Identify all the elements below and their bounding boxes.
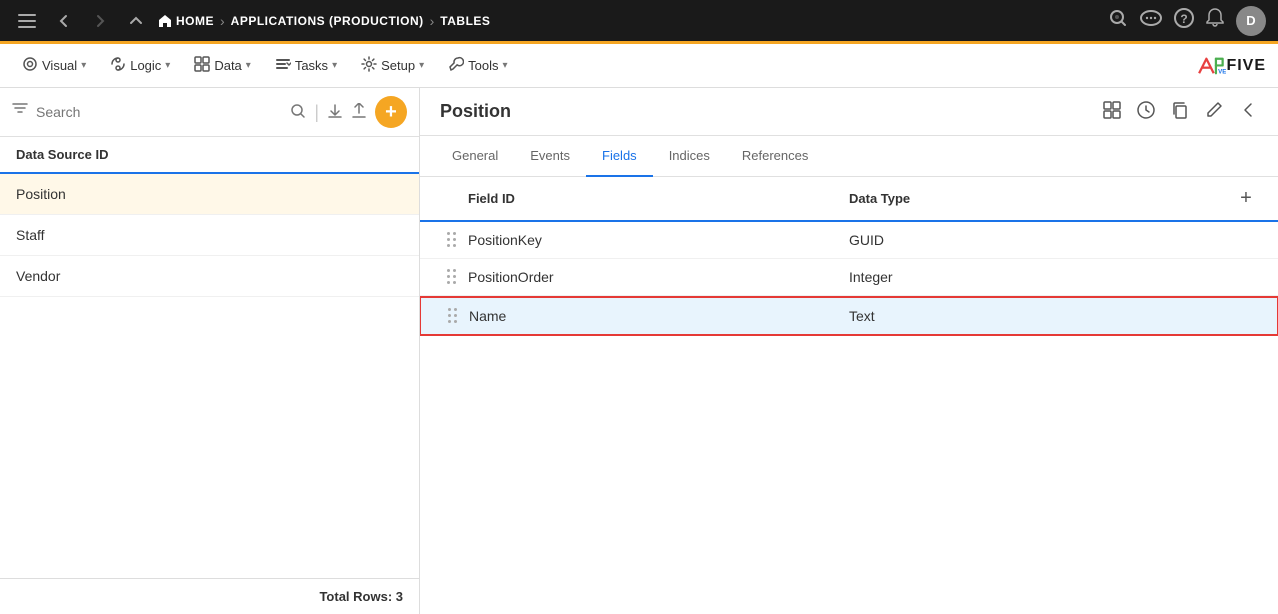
forward-button[interactable] (86, 9, 114, 33)
search-input[interactable] (36, 104, 282, 120)
svg-text:?: ? (1180, 12, 1187, 26)
sidebar-footer: Total Rows: 3 (0, 578, 419, 614)
tab-references[interactable]: References (726, 136, 824, 177)
filter-icon (12, 103, 28, 122)
breadcrumb-home[interactable]: HOME (158, 14, 214, 28)
sidebar: | + Data Source ID (0, 88, 420, 614)
sidebar-column-header: Data Source ID (0, 137, 419, 174)
data-type-cell: Integer (849, 269, 1230, 285)
tab-events[interactable]: Events (514, 136, 586, 177)
hamburger-button[interactable] (12, 10, 42, 32)
tasks-icon (275, 56, 291, 75)
divider: | (314, 102, 319, 123)
breadcrumb-tables[interactable]: TABLES (440, 14, 490, 28)
logic-icon (110, 56, 126, 75)
sidebar-list: Position Staff Vendor (0, 174, 419, 578)
sidebar-item-staff[interactable]: Staff (0, 215, 419, 256)
col-field-id: Field ID (468, 191, 849, 206)
table-container: Field ID Data Type + PositionKey GUID (420, 177, 1278, 614)
content-header: Position (420, 88, 1278, 136)
back-button[interactable] (50, 9, 78, 33)
tab-general[interactable]: General (436, 136, 514, 177)
search-icon[interactable] (1108, 8, 1128, 33)
drag-handle[interactable] (436, 232, 468, 248)
back-icon[interactable] (1238, 100, 1258, 123)
breadcrumb-sep-1: › (220, 13, 225, 29)
tools-chevron: ▾ (502, 60, 507, 71)
tab-indices[interactable]: Indices (653, 136, 726, 177)
visual-icon (22, 56, 38, 75)
tabs-bar: General Events Fields Indices References (420, 136, 1278, 177)
svg-text:VE: VE (1219, 68, 1227, 75)
logic-chevron: ▾ (165, 60, 170, 71)
field-id-cell: Name (469, 308, 849, 324)
add-button[interactable]: + (375, 96, 407, 128)
sidebar-toolbar: | + (0, 88, 419, 137)
page-title: Position (440, 101, 1102, 122)
grid-view-icon[interactable] (1102, 100, 1122, 123)
add-row-button[interactable]: + (1230, 187, 1262, 210)
data-icon (194, 56, 210, 75)
setup-icon (361, 56, 377, 75)
five-logo: VE FIVE (1198, 52, 1266, 80)
bell-icon[interactable] (1206, 8, 1224, 33)
chat-icon[interactable] (1140, 8, 1162, 33)
col-data-type: Data Type (849, 191, 1230, 206)
drag-handle[interactable] (437, 308, 469, 324)
download-icon[interactable] (327, 103, 343, 122)
sidebar-toolbar-icons: | + (290, 96, 407, 128)
history-icon[interactable] (1136, 100, 1156, 123)
table-row[interactable]: PositionKey GUID (420, 222, 1278, 259)
up-button[interactable] (122, 9, 150, 33)
nav-data[interactable]: Data ▾ (184, 50, 261, 81)
content-area: Position (420, 88, 1278, 614)
visual-chevron: ▾ (81, 60, 86, 71)
nav-visual[interactable]: Visual ▾ (12, 50, 96, 81)
table-header: Field ID Data Type + (420, 177, 1278, 222)
breadcrumb: HOME › APPLICATIONS (PRODUCTION) › TABLE… (158, 13, 490, 29)
data-type-cell: Text (849, 308, 1229, 324)
sidebar-item-position[interactable]: Position (0, 174, 419, 215)
top-nav-right: ? D (1108, 6, 1266, 36)
upload-icon[interactable] (351, 103, 367, 122)
setup-chevron: ▾ (419, 60, 424, 71)
data-type-cell: GUID (849, 232, 1230, 248)
top-nav-left: HOME › APPLICATIONS (PRODUCTION) › TABLE… (12, 9, 1108, 33)
tab-fields[interactable]: Fields (586, 136, 653, 177)
field-id-cell: PositionKey (468, 232, 849, 248)
nav-logic[interactable]: Logic ▾ (100, 50, 180, 81)
edit-icon[interactable] (1204, 100, 1224, 123)
table-row-selected[interactable]: Name Text (420, 296, 1278, 336)
help-icon[interactable]: ? (1174, 8, 1194, 33)
main-layout: | + Data Source ID (0, 88, 1278, 614)
data-chevron: ▾ (246, 60, 251, 71)
table-row[interactable]: PositionOrder Integer (420, 259, 1278, 296)
field-id-cell: PositionOrder (468, 269, 849, 285)
breadcrumb-sep-2: › (430, 13, 435, 29)
copy-icon[interactable] (1170, 100, 1190, 123)
tasks-chevron: ▾ (332, 60, 337, 71)
nav-tools[interactable]: Tools ▾ (438, 50, 517, 81)
nav-tasks[interactable]: Tasks ▾ (265, 50, 347, 81)
breadcrumb-applications[interactable]: APPLICATIONS (PRODUCTION) (231, 14, 424, 28)
sidebar-item-vendor[interactable]: Vendor (0, 256, 419, 297)
drag-handle[interactable] (436, 269, 468, 285)
search-icon[interactable] (290, 103, 306, 122)
second-nav: Visual ▾ Logic ▾ Data ▾ (0, 44, 1278, 88)
tools-icon (448, 56, 464, 75)
top-nav: HOME › APPLICATIONS (PRODUCTION) › TABLE… (0, 0, 1278, 44)
nav-setup[interactable]: Setup ▾ (351, 50, 434, 81)
avatar[interactable]: D (1236, 6, 1266, 36)
content-header-icons (1102, 100, 1258, 123)
